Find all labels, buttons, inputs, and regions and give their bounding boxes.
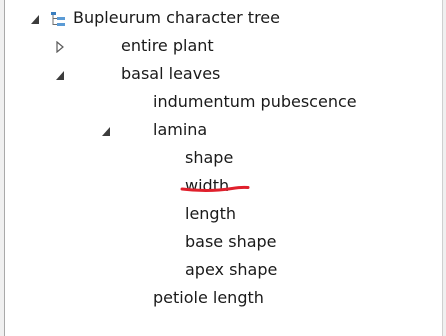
tree-node-entire-plant[interactable]: entire plant (0, 33, 440, 61)
character-tree: Bupleurum character tree entire plant ba… (0, 0, 442, 336)
expanded-arrow-icon[interactable] (30, 13, 40, 25)
tree-node-indumentum-pubescence[interactable]: indumentum pubescence (0, 89, 440, 117)
tree-node-petiole-length[interactable]: petiole length (0, 285, 440, 313)
tree-node-lamina[interactable]: lamina (0, 117, 440, 145)
expanded-arrow-icon[interactable] (101, 125, 111, 137)
tree-node-basal-leaves[interactable]: basal leaves (0, 61, 440, 89)
tree-view-window: Bupleurum character tree entire plant ba… (0, 0, 446, 336)
tree-node-base-shape[interactable]: base shape (0, 229, 440, 257)
tree-node-shape[interactable]: shape (0, 145, 440, 173)
tree-node-label: entire plant (121, 36, 214, 55)
tree-node-label: length (185, 204, 236, 223)
collapsed-arrow-icon[interactable] (55, 41, 65, 53)
red-underline-annotation (180, 185, 250, 192)
tree-node-label: basal leaves (121, 64, 221, 83)
tree-node-apex-shape[interactable]: apex shape (0, 257, 440, 285)
expanded-arrow-icon[interactable] (55, 69, 65, 81)
tree-node-label: Bupleurum character tree (73, 8, 280, 27)
tree-node-root[interactable]: Bupleurum character tree (0, 5, 440, 33)
right-border (442, 0, 446, 336)
tree-node-label: apex shape (185, 260, 278, 279)
tree-node-label: indumentum pubescence (153, 92, 357, 111)
tree-node-label: lamina (153, 120, 208, 139)
tree-node-label: shape (185, 148, 234, 167)
tree-node-label: petiole length (153, 288, 264, 307)
tree-node-length[interactable]: length (0, 201, 440, 229)
tree-structure-icon (51, 11, 65, 27)
tree-node-label: base shape (185, 232, 277, 251)
